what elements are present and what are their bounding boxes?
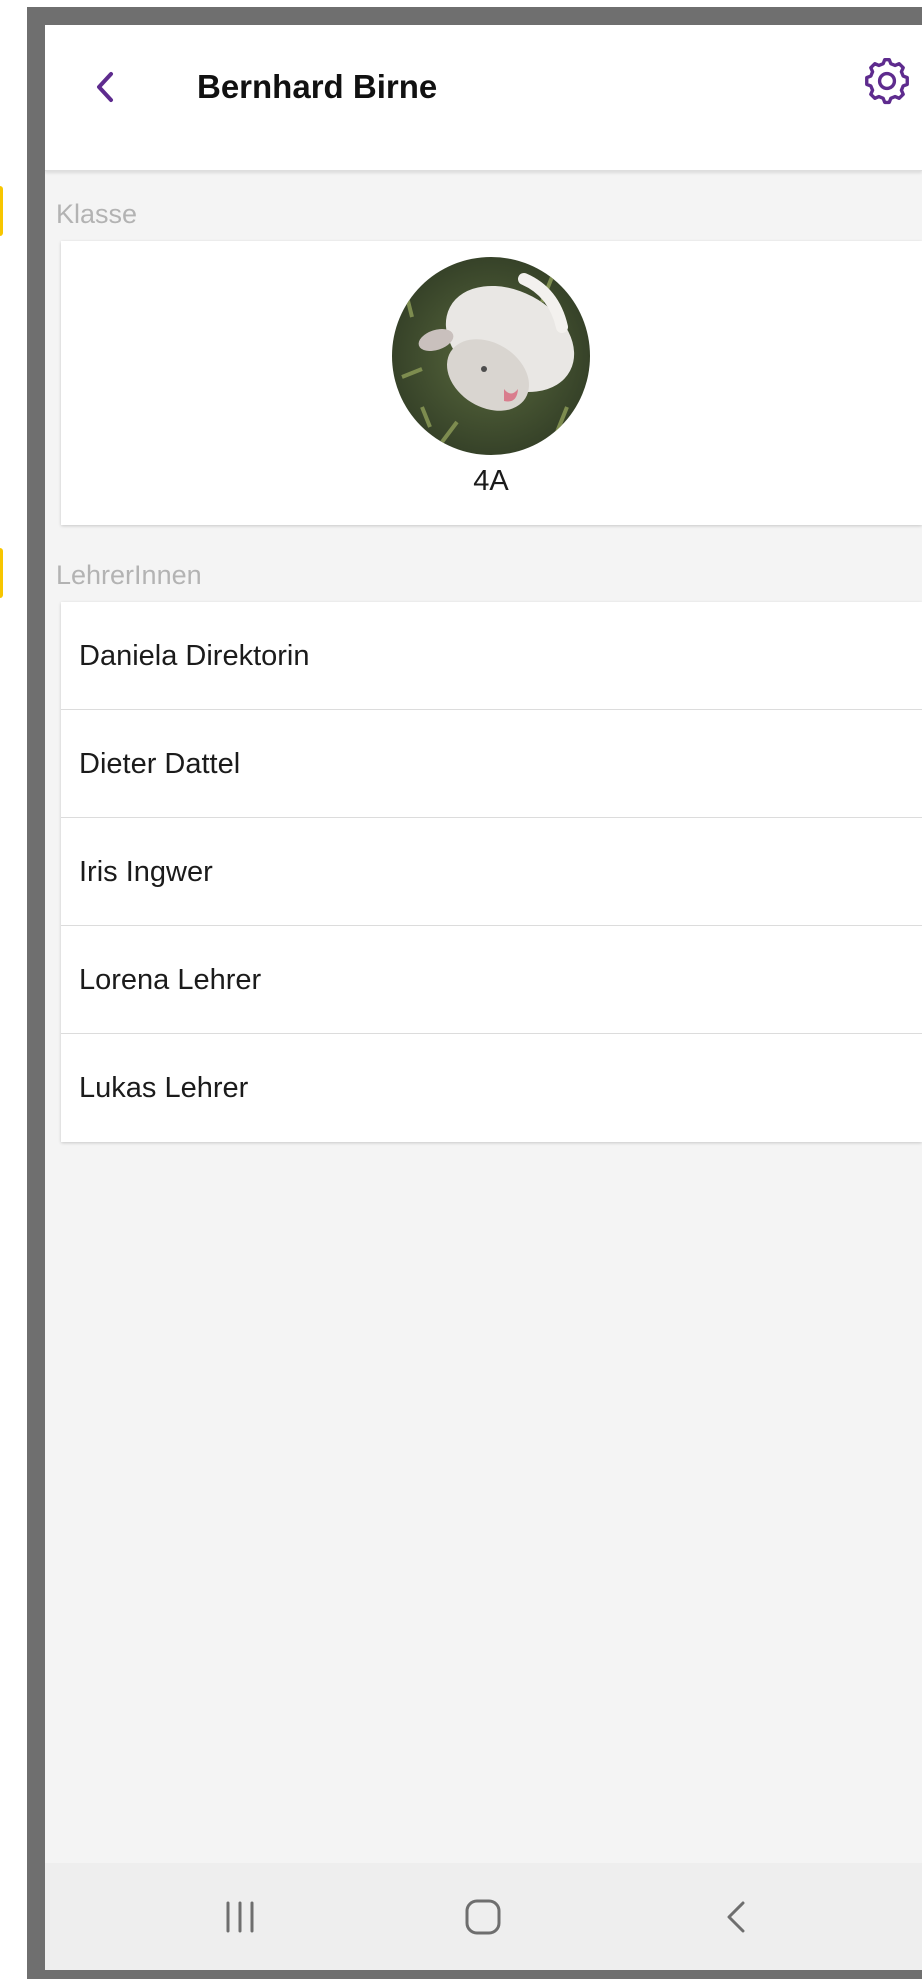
lamb-photo-icon <box>392 257 590 455</box>
back-icon <box>727 1901 745 1933</box>
list-item-teacher[interactable]: Lorena Lehrer <box>61 926 922 1034</box>
settings-button[interactable] <box>857 51 917 111</box>
class-card: 4A <box>61 241 922 525</box>
recents-icon <box>226 1901 254 1933</box>
page-title: Bernhard Birne <box>197 68 438 105</box>
list-item-teacher[interactable]: Dieter Dattel <box>61 710 922 818</box>
recents-button[interactable] <box>208 1885 272 1949</box>
system-back-button[interactable] <box>705 1885 769 1949</box>
app-bar: Bernhard Birne <box>45 25 922 171</box>
list-item-teacher[interactable]: Lukas Lehrer <box>61 1034 922 1141</box>
teacher-list: Daniela Direktorin Dieter Dattel Iris In… <box>61 602 922 1142</box>
teachers-section-label: LehrerInnen <box>56 560 202 590</box>
system-navigation-bar <box>45 1863 922 1970</box>
teacher-name: Dieter Dattel <box>79 748 241 780</box>
list-item-teacher[interactable]: Daniela Direktorin <box>61 602 922 710</box>
class-avatar-image[interactable] <box>392 257 590 455</box>
left-highlight-marker-middle <box>0 548 3 598</box>
chevron-left-icon <box>97 72 113 102</box>
left-highlight-marker-top <box>0 186 3 236</box>
teacher-name: Iris Ingwer <box>79 856 213 888</box>
app-screen: Bernhard Birne Klasse 4A LehrerInnen Dan… <box>45 25 922 1970</box>
gear-icon <box>865 57 909 105</box>
home-button[interactable] <box>451 1885 515 1949</box>
class-section-label: Klasse <box>56 199 138 229</box>
teacher-name: Lukas Lehrer <box>79 1072 249 1104</box>
teacher-name: Lorena Lehrer <box>79 964 262 996</box>
back-button[interactable] <box>81 63 129 111</box>
home-icon <box>465 1899 501 1935</box>
class-name: 4A <box>473 465 509 497</box>
list-item-teacher[interactable]: Iris Ingwer <box>61 818 922 926</box>
teacher-name: Daniela Direktorin <box>79 640 310 672</box>
